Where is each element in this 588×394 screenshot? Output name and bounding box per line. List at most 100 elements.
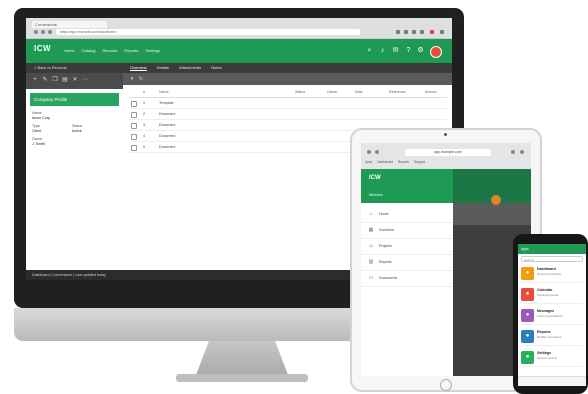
field-label: Type	[32, 124, 40, 128]
extension-icon[interactable]	[404, 30, 408, 34]
column-header[interactable]: Status	[295, 90, 305, 94]
nav-item[interactable]: Reports	[124, 48, 138, 53]
bookmark[interactable]: Dashboard	[377, 160, 393, 164]
phone-search-input[interactable]: Search	[521, 256, 583, 262]
column-header[interactable]: #	[143, 90, 145, 94]
column-header[interactable]: Date	[355, 90, 363, 94]
delete-icon[interactable]: ✕	[72, 77, 78, 84]
tablet-menu-header: ICW Welcome	[361, 169, 453, 203]
row-checkbox[interactable]	[131, 145, 137, 151]
extension-icon[interactable]	[430, 30, 434, 34]
bell-icon[interactable]: ♪	[379, 47, 386, 54]
tab-overview[interactable]: Overview	[130, 65, 147, 71]
add-icon[interactable]: +	[32, 77, 38, 84]
share-icon[interactable]	[511, 150, 515, 154]
tablet-menu-item[interactable]: ▭ Documents	[361, 271, 453, 287]
phone-app-card[interactable]: ● Calendar Upcoming events	[521, 286, 583, 304]
row-number: 1	[143, 101, 145, 105]
table-row[interactable]: 1 Template	[129, 99, 447, 109]
back-icon[interactable]	[34, 30, 38, 34]
tablet-menu-label: Documents	[379, 276, 398, 280]
logo[interactable]: ICW	[369, 175, 381, 181]
row-name[interactable]: Document	[159, 123, 175, 127]
back-icon[interactable]	[367, 150, 371, 154]
row-checkbox[interactable]	[131, 134, 137, 140]
tablet-menu-label: Home	[379, 212, 389, 216]
bookmark[interactable]: Reports	[398, 160, 409, 164]
app-icon: ●	[521, 351, 534, 364]
row-name[interactable]: Document	[159, 134, 175, 138]
row-name[interactable]: Document	[159, 112, 175, 116]
column-header[interactable]: Reference	[389, 90, 406, 94]
logo[interactable]: ICW	[34, 44, 56, 57]
gear-icon[interactable]: ⚙	[417, 47, 424, 54]
search-icon[interactable]: ⌕	[366, 47, 373, 54]
extension-icon[interactable]	[420, 30, 424, 34]
help-icon[interactable]: ?	[405, 47, 412, 54]
edit-icon[interactable]: ✎	[42, 77, 48, 84]
forward-icon[interactable]	[375, 150, 379, 154]
refresh-icon[interactable]: ↻	[138, 76, 144, 82]
tablet-camera	[444, 133, 447, 136]
main-toolbar: ▾ ↻	[123, 73, 452, 85]
home-icon: ⌂	[369, 211, 373, 217]
app-title: Calendar	[537, 288, 553, 292]
row-checkbox[interactable]	[131, 123, 137, 129]
column-header[interactable]: Owner	[327, 90, 338, 94]
top-nav: Home Catalog Records Reports Settings	[64, 48, 160, 53]
nav-item[interactable]: Home	[64, 48, 75, 53]
extension-icon[interactable]	[396, 30, 400, 34]
row-name[interactable]: Template	[159, 101, 174, 105]
reload-icon[interactable]	[48, 30, 52, 34]
chart-icon: ▥	[368, 259, 374, 265]
tablet-side-menu: ICW Welcome ⌂ Home ▦ Schedule ☺ Projects ▥ Repo…	[361, 169, 453, 376]
row-checkbox[interactable]	[131, 101, 137, 107]
panel-title: Company Profile	[30, 93, 119, 106]
field-value: Acme Corp	[32, 116, 50, 120]
tab-details[interactable]: Details	[157, 65, 169, 71]
tab-attachments[interactable]: Attachments	[179, 65, 201, 71]
copy-icon[interactable]: ❐	[52, 77, 58, 84]
more-icon[interactable]: ⋯	[82, 77, 88, 84]
mail-icon[interactable]: ✉	[392, 47, 399, 54]
table-row[interactable]: 2 Document	[129, 110, 447, 120]
tablet-menu-item[interactable]: ⌂ Home	[361, 207, 453, 223]
nav-item[interactable]: Settings	[145, 48, 159, 53]
tablet-screen: app.example.com Apps Dashboard Reports S…	[361, 143, 531, 376]
column-header[interactable]: Name	[159, 90, 169, 94]
bookmark[interactable]: Support	[414, 160, 425, 164]
tab-notes[interactable]: Notes	[211, 65, 221, 71]
sub-navigation: < Back to Records Overview Details Attac…	[26, 63, 452, 73]
phone-app-card[interactable]: ● Reports Monthly summaries	[521, 328, 583, 346]
nav-item[interactable]: Catalog	[82, 48, 96, 53]
tablet-menu-item[interactable]: ▥ Reports	[361, 255, 453, 271]
phone-app-card[interactable]: ● Settings Account options	[521, 349, 583, 367]
field-label: Owner	[32, 137, 43, 141]
filter-icon[interactable]: ▾	[129, 76, 135, 82]
extension-icon[interactable]	[412, 30, 416, 34]
field-value: J. Smith	[32, 142, 45, 146]
row-name[interactable]: Document	[159, 145, 175, 149]
tablet-url-bar[interactable]: app.example.com	[405, 149, 491, 156]
phone-app-card[interactable]: ● Dashboard Overview of activity	[521, 265, 583, 283]
content-tabs: Overview Details Attachments Notes	[130, 65, 222, 71]
row-number: 3	[143, 123, 145, 127]
browser-tab[interactable]: Cornerstone	[32, 21, 107, 28]
back-link[interactable]: < Back to Records	[34, 65, 67, 70]
imac-stand	[196, 341, 288, 375]
people-icon: ☺	[368, 243, 374, 249]
tablet-menu-item[interactable]: ▦ Schedule	[361, 223, 453, 239]
forward-icon[interactable]	[41, 30, 45, 34]
tabs-icon[interactable]	[520, 150, 524, 154]
avatar[interactable]	[430, 46, 442, 58]
tablet-menu-item[interactable]: ☺ Projects	[361, 239, 453, 255]
url-bar[interactable]: https://app.example.com/dashboard	[56, 29, 360, 35]
nav-item[interactable]: Records	[102, 48, 117, 53]
app-title: Reports	[537, 330, 551, 334]
print-icon[interactable]: ▤	[62, 77, 68, 84]
row-checkbox[interactable]	[131, 112, 137, 118]
browser-chrome: Cornerstone https://app.example.com/dash…	[26, 18, 452, 39]
phone-app-card[interactable]: ● Messages Latest conversations	[521, 307, 583, 325]
menu-icon[interactable]	[440, 30, 444, 34]
bookmark[interactable]: Apps	[365, 160, 372, 164]
